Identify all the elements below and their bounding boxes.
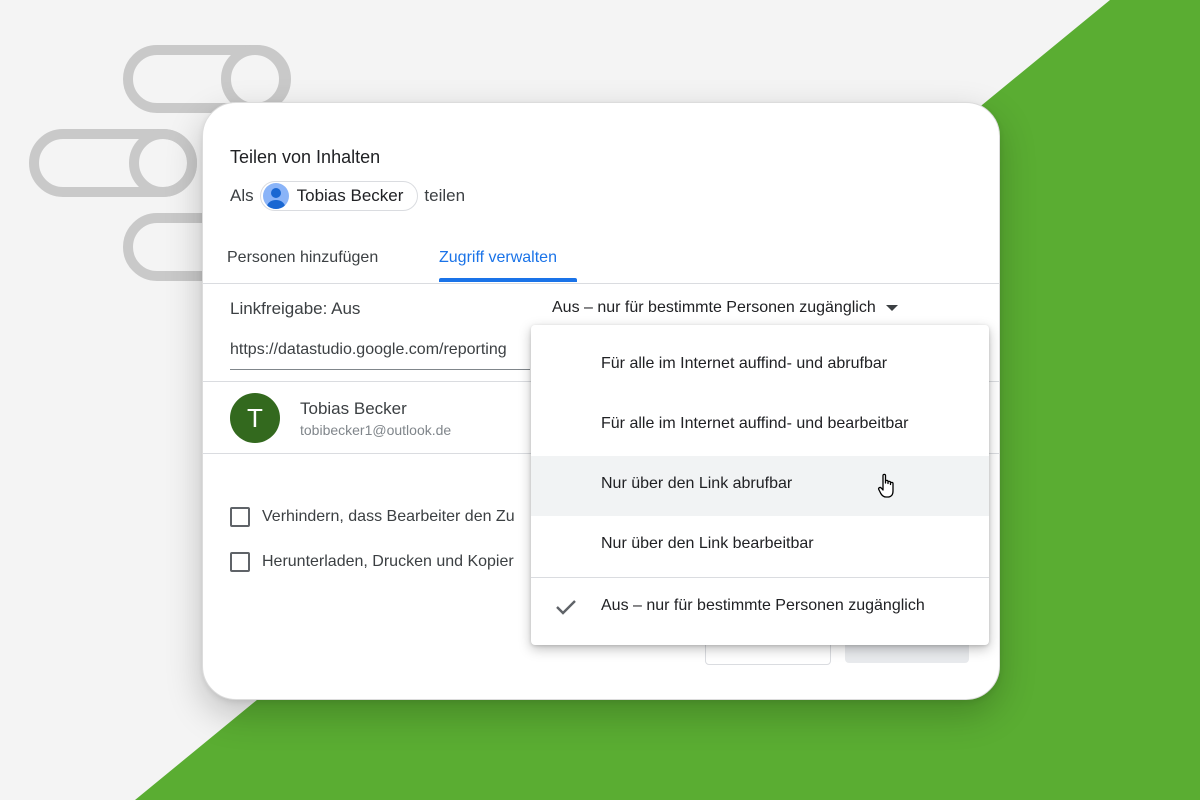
- menu-item-label: Nur über den Link bearbeitbar: [601, 535, 814, 552]
- link-sharing-dropdown-menu: Für alle im Internet auffind- und abrufb…: [531, 325, 989, 645]
- user-email: tobibecker1@outlook.de: [300, 422, 452, 438]
- tab-bar: Personen hinzufügen Zugriff verwalten: [203, 239, 999, 284]
- menu-item-public-view[interactable]: Für alle im Internet auffind- und abrufb…: [531, 336, 989, 396]
- user-name: Tobias Becker: [300, 399, 407, 418]
- tab-manage-access[interactable]: Zugriff verwalten: [439, 249, 557, 267]
- check-icon: [556, 600, 576, 615]
- chevron-down-icon: [885, 305, 898, 311]
- hand-pointer-cursor-icon: [877, 473, 894, 498]
- option-disable-download-label: Herunterladen, Drucken und Kopier: [262, 553, 514, 570]
- checkbox-icon[interactable]: [230, 507, 250, 527]
- menu-item-label: Für alle im Internet auffind- und abrufb…: [601, 355, 888, 372]
- user-avatar: T: [230, 393, 280, 443]
- option-prevent-editors-label: Verhindern, dass Bearbeiter den Zu: [262, 508, 515, 525]
- link-sharing-label: Linkfreigabe: Aus: [230, 299, 361, 318]
- account-chip-name: Tobias Becker: [296, 186, 404, 205]
- option-disable-download-row: Herunterladen, Drucken und Kopier: [230, 552, 514, 572]
- menu-item-public-edit[interactable]: Für alle im Internet auffind- und bearbe…: [531, 396, 989, 456]
- share-as-prefix: Als: [230, 186, 254, 205]
- menu-item-link-edit[interactable]: Nur über den Link bearbeitbar: [531, 516, 989, 576]
- share-as-suffix: teilen: [424, 186, 466, 205]
- menu-item-link-view[interactable]: Nur über den Link abrufbar: [531, 456, 989, 516]
- menu-item-label: Nur über den Link abrufbar: [601, 475, 793, 492]
- share-as-row: Als Tobias Becker teilen: [230, 181, 465, 211]
- link-sharing-select[interactable]: Aus – nur für bestimmte Personen zugängl…: [552, 299, 898, 317]
- tab-add-people[interactable]: Personen hinzufügen: [227, 249, 378, 267]
- menu-item-label: Für alle im Internet auffind- und bearbe…: [601, 415, 909, 432]
- active-tab-indicator: [439, 278, 577, 282]
- menu-item-off-specific-people[interactable]: Aus – nur für bestimmte Personen zugängl…: [531, 578, 989, 638]
- checkbox-icon[interactable]: [230, 552, 250, 572]
- option-prevent-editors-row: Verhindern, dass Bearbeiter den Zu: [230, 507, 515, 527]
- share-dialog: Teilen von Inhalten Als Tobias Becker te…: [202, 102, 1000, 700]
- link-sharing-select-value: Aus – nur für bestimmte Personen zugängl…: [552, 299, 876, 316]
- dialog-title: Teilen von Inhalten: [230, 147, 381, 167]
- share-url-field[interactable]: https://datastudio.google.com/reporting: [230, 341, 530, 370]
- menu-item-label: Aus – nur für bestimmte Personen zugängl…: [601, 597, 925, 614]
- account-chip[interactable]: Tobias Becker: [259, 181, 419, 211]
- person-avatar-icon: [262, 183, 289, 209]
